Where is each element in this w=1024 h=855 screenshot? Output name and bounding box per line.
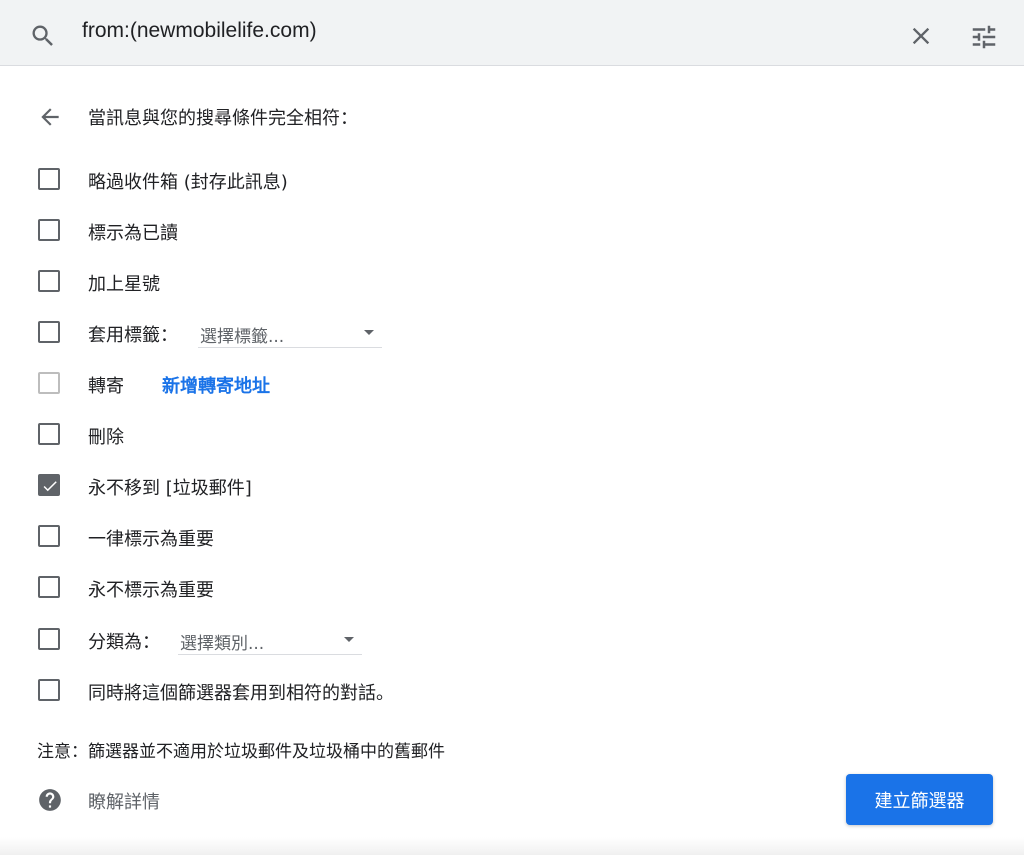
- option-star: 加上星號: [36, 267, 736, 297]
- option-never-important: 永不標示為重要: [36, 573, 736, 603]
- categorize-checkbox[interactable]: [38, 628, 60, 650]
- star-checkbox[interactable]: [38, 270, 60, 292]
- option-always-important: 一律標示為重要: [36, 522, 736, 552]
- checkmark-icon: [43, 481, 57, 492]
- option-label: 刪除: [88, 427, 124, 448]
- search-bar: from:(newmobilelife.com): [0, 0, 1024, 66]
- option-label: 轉寄: [88, 376, 124, 397]
- option-label: 略過收件箱 (封存此訊息): [88, 172, 288, 193]
- label-select[interactable]: 選擇標籤...: [198, 318, 382, 348]
- option-skip-inbox: 略過收件箱 (封存此訊息): [36, 165, 736, 195]
- option-never-spam: 永不移到 [垃圾郵件]: [36, 471, 736, 501]
- always-important-checkbox[interactable]: [38, 525, 60, 547]
- search-input[interactable]: from:(newmobilelife.com): [82, 19, 317, 43]
- option-label: 分類為：: [88, 632, 160, 653]
- option-label: 套用標籤：: [88, 325, 178, 346]
- option-label: 同時將這個篩選器套用到相符的對話。: [88, 683, 394, 704]
- dropdown-arrow-icon: [364, 330, 374, 335]
- option-mark-as-read: 標示為已讀: [36, 216, 736, 246]
- learn-more-link[interactable]: 瞭解詳情: [88, 788, 160, 814]
- option-categorize: 分類為： 選擇類別...: [36, 625, 736, 655]
- option-label: 永不標示為重要: [88, 580, 214, 601]
- dropdown-arrow-icon: [344, 637, 354, 642]
- option-apply-label: 套用標籤： 選擇標籤...: [36, 318, 736, 348]
- category-select-value: 選擇類別...: [180, 634, 265, 654]
- filter-heading: 當訊息與您的搜尋條件完全相符：: [88, 108, 358, 129]
- apply-label-checkbox[interactable]: [38, 321, 60, 343]
- add-forwarding-address-link[interactable]: 新增轉寄地址: [162, 372, 270, 398]
- arrow-left-icon[interactable]: [37, 104, 63, 130]
- option-forward: 轉寄 新增轉寄地址: [36, 369, 736, 399]
- apply-to-matching-checkbox[interactable]: [38, 679, 60, 701]
- option-label: 永不移到 [垃圾郵件]: [88, 478, 252, 499]
- option-label: 一律標示為重要: [88, 529, 214, 550]
- close-icon[interactable]: [907, 22, 935, 50]
- filter-panel: 當訊息與您的搜尋條件完全相符： 略過收件箱 (封存此訊息) 標示為已讀 加上星號…: [0, 67, 1024, 855]
- forward-checkbox[interactable]: [38, 372, 60, 394]
- skip-inbox-checkbox[interactable]: [38, 168, 60, 190]
- option-apply-to-matching: 同時將這個篩選器套用到相符的對話。: [36, 676, 736, 706]
- category-select[interactable]: 選擇類別...: [178, 625, 362, 655]
- search-icon[interactable]: [29, 22, 57, 50]
- option-label: 標示為已讀: [88, 223, 178, 244]
- filter-note: 注意：篩選器並不適用於垃圾郵件及垃圾桶中的舊郵件: [37, 742, 445, 762]
- option-delete: 刪除: [36, 420, 736, 450]
- help-circle-icon[interactable]: [37, 787, 63, 813]
- mark-as-read-checkbox[interactable]: [38, 219, 60, 241]
- tune-icon[interactable]: [968, 22, 1000, 52]
- label-select-value: 選擇標籤...: [200, 327, 285, 347]
- create-filter-button[interactable]: 建立篩選器: [846, 774, 993, 825]
- never-spam-checkbox[interactable]: [38, 474, 60, 496]
- never-important-checkbox[interactable]: [38, 576, 60, 598]
- delete-checkbox[interactable]: [38, 423, 60, 445]
- option-label: 加上星號: [88, 274, 160, 295]
